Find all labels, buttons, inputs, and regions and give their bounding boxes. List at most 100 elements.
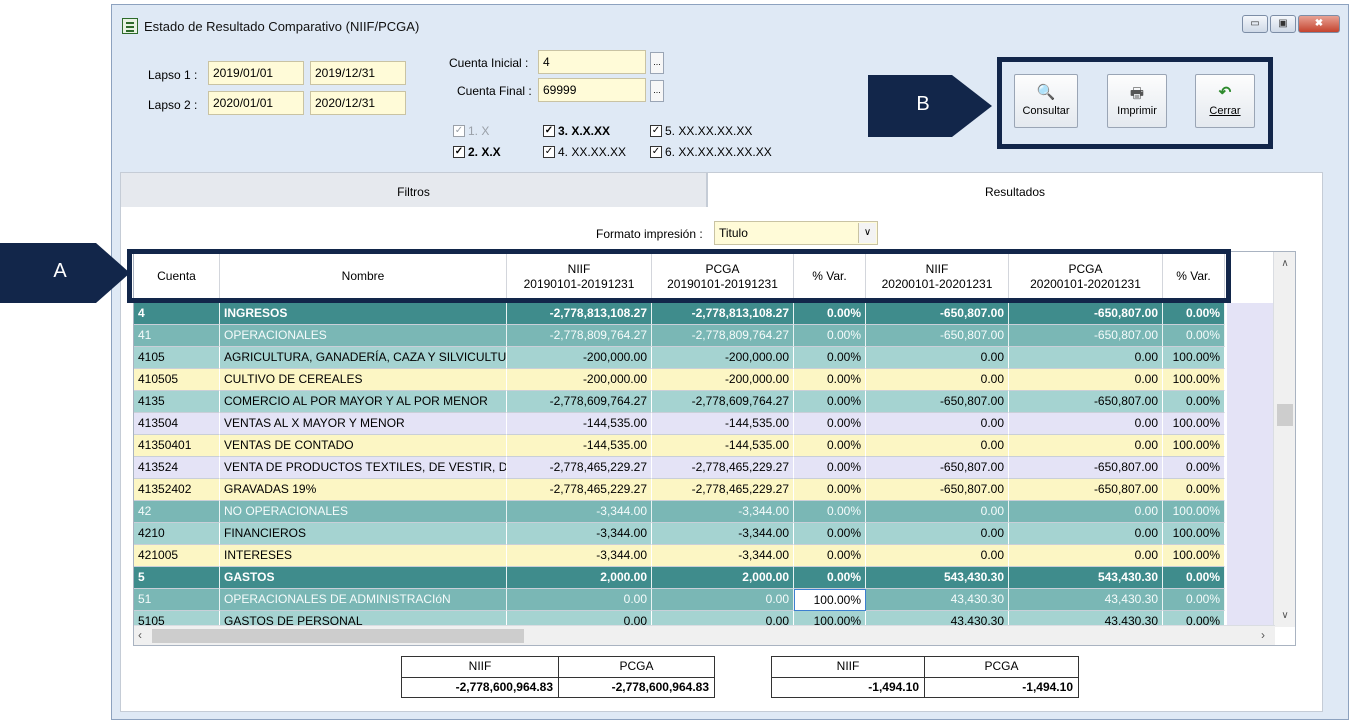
cell-pcga-2020[interactable]: -650,807.00 [1009, 325, 1163, 347]
table-row[interactable]: 413524 VENTA DE PRODUCTOS TEXTILES, DE VE… [134, 457, 1225, 479]
cell-cuenta[interactable]: 41352402 [134, 479, 220, 501]
close-window-button[interactable]: ✖ [1298, 15, 1340, 33]
cell-pcga-2020[interactable]: 0.00 [1009, 501, 1163, 523]
level-6-checkbox[interactable]: ✓ 6. XX.XX.XX.XX.XX [650, 145, 772, 159]
cell-niif-2020[interactable]: 0.00 [866, 435, 1009, 457]
cell-var-2020[interactable]: 100.00% [1163, 347, 1225, 369]
level-1-checkbox[interactable]: ✓ 1. X [453, 124, 489, 138]
cell-var-2020[interactable]: 100.00% [1163, 369, 1225, 391]
cell-pcga-2019[interactable]: -2,778,609,764.27 [652, 391, 794, 413]
cell-niif-2020[interactable]: -650,807.00 [866, 457, 1009, 479]
lapso1-to-input[interactable]: 2019/12/31 [310, 61, 406, 85]
cell-niif-2019[interactable]: -2,778,809,764.27 [507, 325, 652, 347]
cell-cuenta[interactable]: 5 [134, 567, 220, 589]
tab-resultados[interactable]: Resultados [707, 172, 1323, 208]
cell-niif-2020[interactable]: 0.00 [866, 545, 1009, 567]
cell-var-2020[interactable]: 0.00% [1163, 589, 1225, 611]
cell-var-2019[interactable]: 0.00% [794, 325, 866, 347]
table-row[interactable]: 4135 COMERCIO AL POR MAYOR Y AL POR MENOR… [134, 391, 1225, 413]
cell-cuenta[interactable]: 51 [134, 589, 220, 611]
cell-nombre[interactable]: CULTIVO DE CEREALES [220, 369, 507, 391]
cell-var-2019[interactable]: 0.00% [794, 545, 866, 567]
cell-cuenta[interactable]: 41350401 [134, 435, 220, 457]
cell-cuenta[interactable]: 4135 [134, 391, 220, 413]
cell-nombre[interactable]: GASTOS [220, 567, 507, 589]
cell-niif-2019[interactable]: -144,535.00 [507, 413, 652, 435]
cell-pcga-2020[interactable]: -650,807.00 [1009, 391, 1163, 413]
cell-niif-2019[interactable]: -200,000.00 [507, 347, 652, 369]
scroll-right-icon[interactable]: › [1261, 628, 1265, 642]
cell-cuenta[interactable]: 4105 [134, 347, 220, 369]
cell-niif-2020[interactable]: 0.00 [866, 523, 1009, 545]
maximize-button[interactable]: ▣ [1270, 15, 1296, 33]
cell-cuenta[interactable]: 410505 [134, 369, 220, 391]
cell-var-2020[interactable]: 0.00% [1163, 303, 1225, 325]
cell-niif-2019[interactable]: -3,344.00 [507, 523, 652, 545]
level-4-checkbox[interactable]: ✓ 4. XX.XX.XX [543, 145, 626, 159]
cell-nombre[interactable]: VENTA DE PRODUCTOS TEXTILES, DE VESTIR, … [220, 457, 507, 479]
level-5-checkbox[interactable]: ✓ 5. XX.XX.XX.XX [650, 124, 752, 138]
cuenta-final-input[interactable]: 69999 [538, 78, 646, 102]
cell-var-2020[interactable]: 0.00% [1163, 567, 1225, 589]
cell-niif-2020[interactable]: -650,807.00 [866, 325, 1009, 347]
cell-nombre[interactable]: INTERESES [220, 545, 507, 567]
lapso1-from-input[interactable]: 2019/01/01 [208, 61, 304, 85]
cell-var-2019[interactable]: 0.00% [794, 391, 866, 413]
cell-niif-2019[interactable]: -3,344.00 [507, 501, 652, 523]
cell-niif-2019[interactable]: 2,000.00 [507, 567, 652, 589]
cell-niif-2019[interactable]: -2,778,813,108.27 [507, 303, 652, 325]
table-row[interactable]: 41350401 VENTAS DE CONTADO -144,535.00 -144… [134, 435, 1225, 457]
cell-pcga-2020[interactable]: 0.00 [1009, 347, 1163, 369]
level-3-checkbox[interactable]: ✓ 3. X.X.XX [543, 124, 610, 138]
table-row[interactable]: 51 OPERACIONALES DE ADMINISTRACIóN 0.00 0.0… [134, 589, 1225, 611]
cuenta-inicial-lookup-button[interactable]: ... [650, 52, 664, 74]
cell-var-2020[interactable]: 100.00% [1163, 545, 1225, 567]
table-row[interactable]: 41352402 GRAVADAS 19% -2,778,465,229.27 -2,… [134, 479, 1225, 501]
cell-niif-2019[interactable]: -144,535.00 [507, 435, 652, 457]
cell-cuenta[interactable]: 413504 [134, 413, 220, 435]
cell-pcga-2019[interactable]: 2,000.00 [652, 567, 794, 589]
cell-var-2020[interactable]: 100.00% [1163, 501, 1225, 523]
cell-pcga-2019[interactable]: -144,535.00 [652, 413, 794, 435]
cell-pcga-2020[interactable]: 43,430.30 [1009, 589, 1163, 611]
cell-pcga-2019[interactable]: -200,000.00 [652, 369, 794, 391]
cell-var-2020[interactable]: 0.00% [1163, 479, 1225, 501]
cell-niif-2019[interactable]: 0.00 [507, 589, 652, 611]
cell-pcga-2019[interactable]: -2,778,809,764.27 [652, 325, 794, 347]
cell-var-2019[interactable]: 0.00% [794, 413, 866, 435]
cell-var-2020[interactable]: 0.00% [1163, 391, 1225, 413]
cell-pcga-2020[interactable]: 0.00 [1009, 545, 1163, 567]
table-row[interactable]: 5 GASTOS 2,000.00 2,000.00 0.00% 543,430.30 54… [134, 567, 1225, 589]
horizontal-scrollbar[interactable]: ‹ › [134, 625, 1275, 645]
cell-pcga-2019[interactable]: -2,778,465,229.27 [652, 479, 794, 501]
table-row[interactable]: 42 NO OPERACIONALES -3,344.00 -3,344.00 0.00… [134, 501, 1225, 523]
cell-nombre[interactable]: AGRICULTURA, GANADERÍA, CAZA Y SILVICULT… [220, 347, 507, 369]
cell-var-2019[interactable]: 0.00% [794, 479, 866, 501]
cuenta-inicial-input[interactable]: 4 [538, 50, 646, 74]
formato-select[interactable]: Titulo ∨ [714, 221, 878, 245]
cell-niif-2020[interactable]: 0.00 [866, 347, 1009, 369]
cuenta-final-lookup-button[interactable]: ... [650, 80, 664, 102]
cell-niif-2020[interactable]: 543,430.30 [866, 567, 1009, 589]
table-row[interactable]: 413504 VENTAS AL X MAYOR Y MENOR -144,535.… [134, 413, 1225, 435]
cell-var-2020[interactable]: 100.00% [1163, 523, 1225, 545]
tab-filtros[interactable]: Filtros [120, 172, 707, 208]
cell-cuenta[interactable]: 4210 [134, 523, 220, 545]
cell-nombre[interactable]: NO OPERACIONALES [220, 501, 507, 523]
vertical-scrollbar[interactable]: ∧ ∨ [1273, 252, 1295, 627]
vertical-scroll-thumb[interactable] [1277, 404, 1293, 426]
cell-cuenta[interactable]: 42 [134, 501, 220, 523]
cell-var-2020[interactable]: 100.00% [1163, 413, 1225, 435]
cell-niif-2020[interactable]: -650,807.00 [866, 303, 1009, 325]
cell-cuenta[interactable]: 413524 [134, 457, 220, 479]
cell-var-2019[interactable]: 100.00% [794, 589, 866, 611]
minimize-button[interactable]: ▭ [1242, 15, 1268, 33]
cell-pcga-2019[interactable]: -2,778,465,229.27 [652, 457, 794, 479]
cell-cuenta[interactable]: 41 [134, 325, 220, 347]
cell-var-2020[interactable]: 0.00% [1163, 325, 1225, 347]
cell-var-2019[interactable]: 0.00% [794, 567, 866, 589]
cell-pcga-2020[interactable]: 0.00 [1009, 369, 1163, 391]
lapso2-to-input[interactable]: 2020/12/31 [310, 91, 406, 115]
cell-nombre[interactable]: VENTAS AL X MAYOR Y MENOR [220, 413, 507, 435]
cell-pcga-2020[interactable]: -650,807.00 [1009, 303, 1163, 325]
